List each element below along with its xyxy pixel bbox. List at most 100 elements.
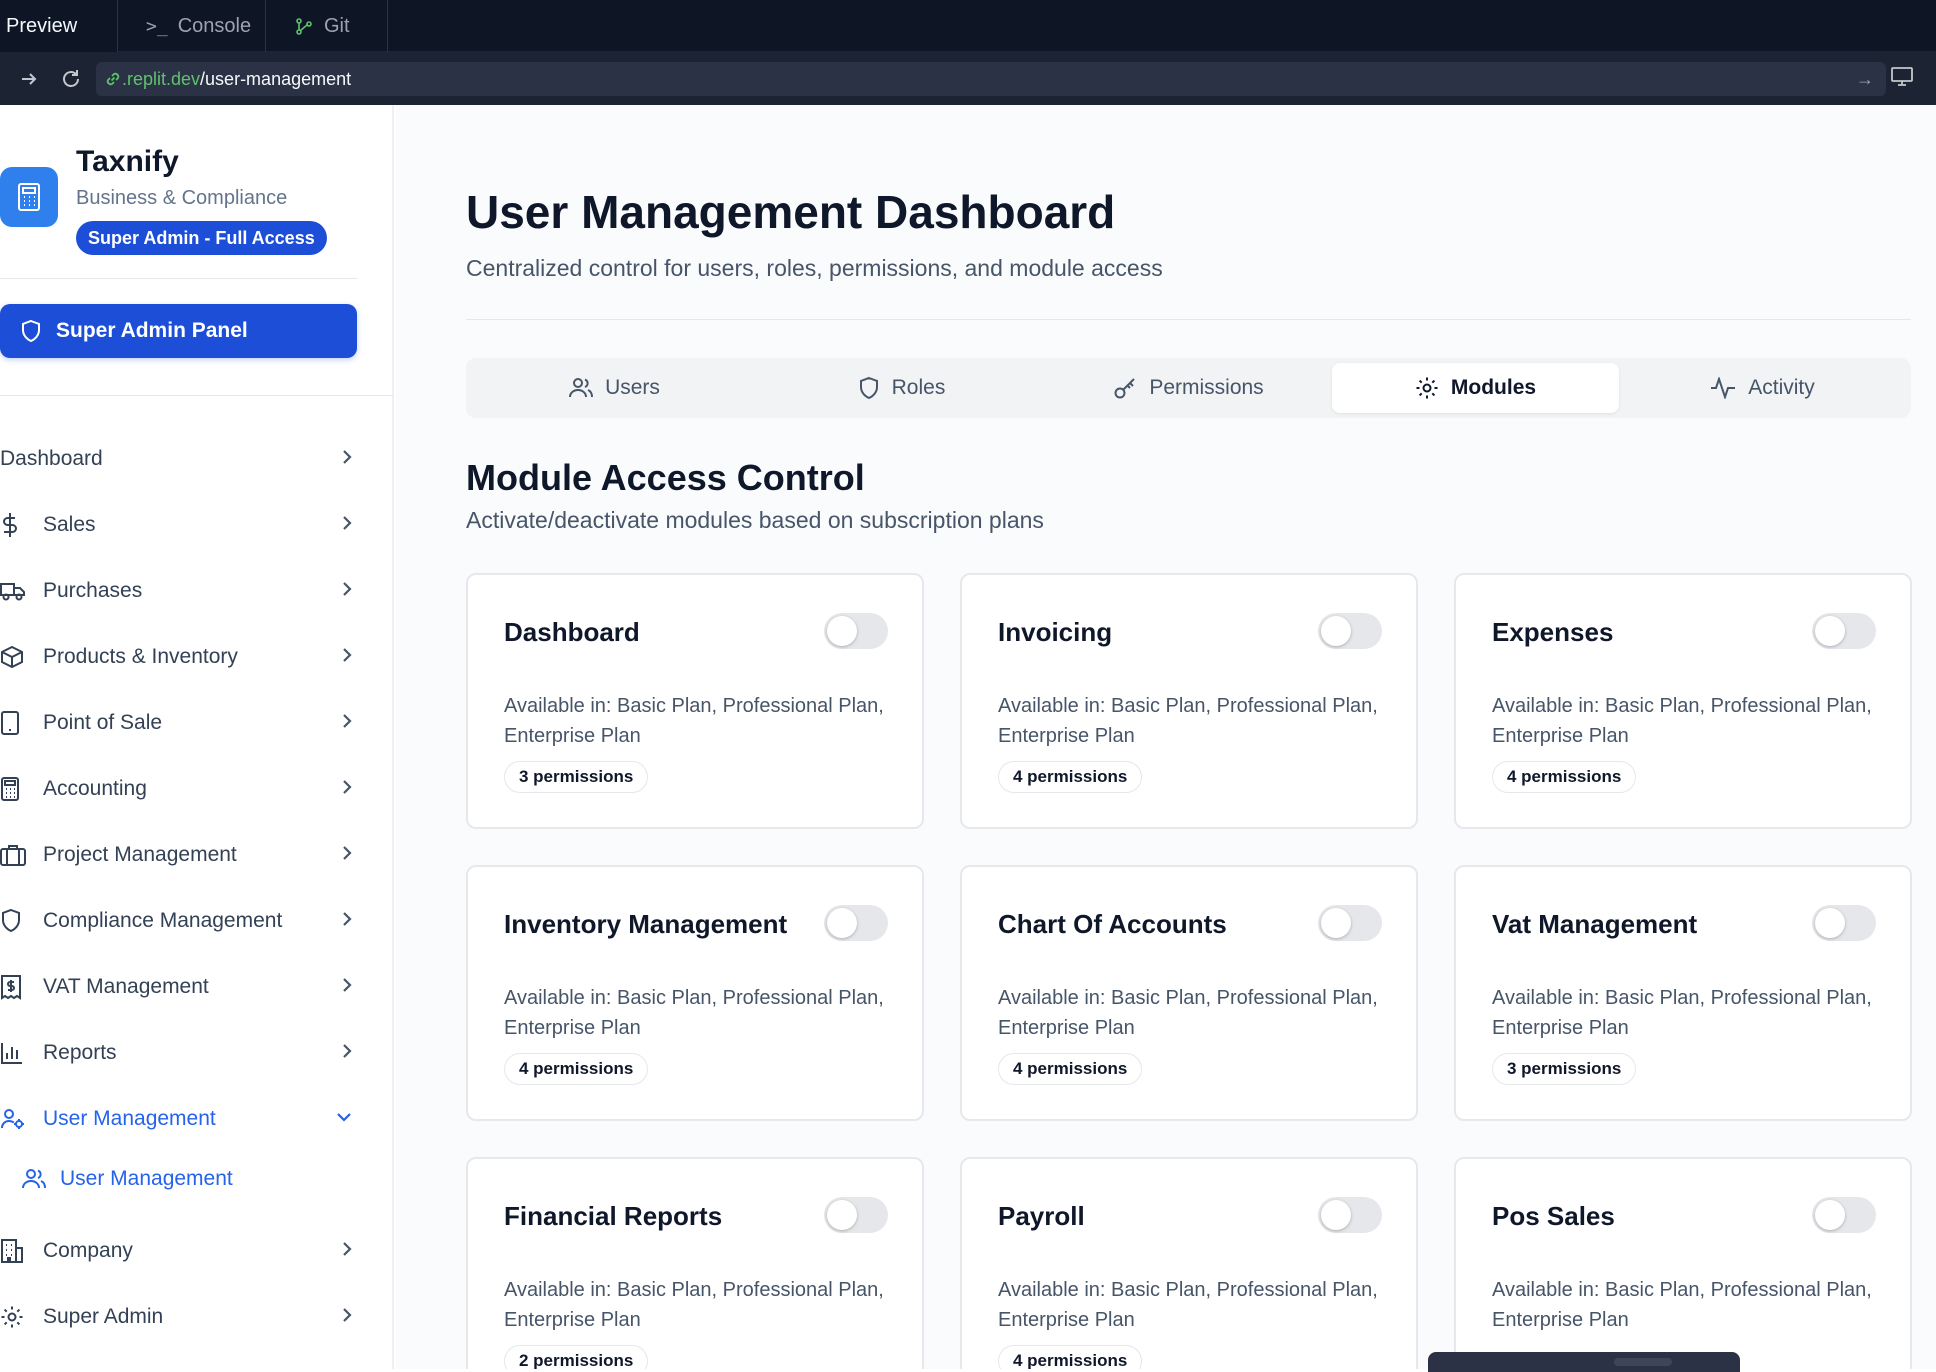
- users-icon: [569, 378, 594, 398]
- module-toggle[interactable]: [1318, 1197, 1382, 1233]
- permissions-badge: 4 permissions: [998, 1345, 1143, 1369]
- tab-label: Preview: [6, 14, 78, 37]
- sidebar-item-dashboard[interactable]: Dashboard: [0, 437, 360, 481]
- permissions-badge: 4 permissions: [998, 761, 1143, 793]
- sidebar-item-accounting[interactable]: Accounting: [0, 767, 360, 811]
- module-availability: Available in: Basic Plan, Professional P…: [998, 1279, 1378, 1331]
- gear-icon: [0, 1302, 43, 1332]
- sidebar-item-vat-management[interactable]: VAT Management: [0, 965, 360, 1009]
- permissions-badge: 3 permissions: [1492, 1053, 1637, 1085]
- module-toggle[interactable]: [1318, 613, 1382, 649]
- sidebar-item-company[interactable]: Company: [0, 1229, 360, 1273]
- sidebar: Taxnify Business & Compliance Super Admi…: [0, 105, 394, 1369]
- chevron-down-icon: [337, 1113, 351, 1122]
- shield-icon: [859, 376, 878, 400]
- sidebar-item-label: Products & Inventory: [43, 645, 238, 668]
- sidebar-item-point-of-sale[interactable]: Point of Sale: [0, 701, 360, 745]
- building-icon: [0, 1236, 43, 1266]
- activity-icon: [1711, 377, 1736, 399]
- sidebar-subitem-label: User Management: [60, 1167, 233, 1190]
- module-card-expenses: Expenses Available in: Basic Plan, Profe…: [1454, 573, 1912, 829]
- permissions-badge: 2 permissions: [504, 1345, 649, 1369]
- tab-git[interactable]: Git: [266, 0, 388, 52]
- chevron-right-icon: [343, 714, 352, 728]
- toggle-knob: [1321, 616, 1351, 646]
- sidebar-item-purchases[interactable]: Purchases: [0, 569, 360, 613]
- briefcase-icon: [0, 840, 43, 870]
- url-field[interactable]: .replit.dev /user-management →: [96, 62, 1886, 96]
- sidebar-item-label: Purchases: [43, 579, 143, 602]
- url-path: /user-management: [200, 68, 352, 89]
- sidebar-item-label: Point of Sale: [43, 711, 163, 734]
- sidebar-item-label: Accounting: [43, 777, 147, 800]
- tab-list: Users Roles Permissions Modules Activity: [466, 358, 1911, 418]
- chevron-right-icon: [343, 1044, 352, 1058]
- module-name: Inventory Management: [504, 909, 788, 939]
- sidebar-item-products-inventory[interactable]: Products & Inventory: [0, 635, 360, 679]
- console-icon: >_: [146, 15, 168, 37]
- reload-icon[interactable]: [54, 62, 88, 96]
- tab-users[interactable]: Users: [471, 363, 758, 413]
- module-availability: Available in: Basic Plan, Professional P…: [504, 1279, 884, 1331]
- key-icon: [1114, 378, 1136, 399]
- shield-icon: [22, 319, 40, 343]
- module-availability: Available in: Basic Plan, Professional P…: [504, 987, 884, 1039]
- module-card-inventory-management: Inventory Management Available in: Basic…: [466, 865, 924, 1121]
- tab-roles[interactable]: Roles: [758, 363, 1045, 413]
- users-icon: [22, 1169, 46, 1189]
- module-toggle[interactable]: [1812, 613, 1876, 649]
- gear-icon: [1416, 377, 1438, 399]
- tab-label: Activity: [1748, 376, 1815, 399]
- module-card-chart-of-accounts: Chart Of Accounts Available in: Basic Pl…: [960, 865, 1418, 1121]
- page-subtitle: Centralized control for users, roles, pe…: [466, 255, 1163, 281]
- module-name: Financial Reports: [504, 1201, 723, 1231]
- brand-name: Taxnify: [76, 145, 179, 178]
- module-name: Vat Management: [1492, 909, 1698, 939]
- module-toggle[interactable]: [1318, 905, 1382, 941]
- module-card-dashboard: Dashboard Available in: Basic Plan, Prof…: [466, 573, 924, 829]
- module-toggle[interactable]: [824, 613, 888, 649]
- toggle-knob: [1815, 1200, 1845, 1230]
- module-toggle[interactable]: [1812, 1197, 1876, 1233]
- toggle-knob: [1815, 616, 1845, 646]
- main-content: User Management Dashboard Centralized co…: [396, 105, 1936, 1369]
- sidebar-subitem-user-management[interactable]: User Management: [22, 1159, 352, 1199]
- page-title: User Management Dashboard: [466, 186, 1116, 238]
- tab-preview[interactable]: Preview: [0, 0, 118, 52]
- module-toggle[interactable]: [824, 1197, 888, 1233]
- tab-label: Roles: [891, 376, 946, 399]
- sidebar-item-label: VAT Management: [43, 975, 209, 998]
- sidebar-item-reports[interactable]: Reports: [0, 1031, 360, 1075]
- sidebar-item-label: Super Admin: [43, 1305, 164, 1328]
- sidebar-item-label: Sales: [43, 513, 96, 536]
- tab-modules[interactable]: Modules: [1332, 363, 1619, 413]
- tab-permissions[interactable]: Permissions: [1045, 363, 1332, 413]
- desktop-icon[interactable]: [1890, 64, 1914, 93]
- module-toggle[interactable]: [1812, 905, 1876, 941]
- section-title: Module Access Control: [466, 457, 865, 498]
- tab-label: Git: [324, 14, 350, 37]
- permissions-badge: 4 permissions: [998, 1053, 1143, 1085]
- sidebar-item-compliance-management[interactable]: Compliance Management: [0, 899, 360, 943]
- truck-icon: [0, 576, 43, 606]
- chevron-right-icon: [343, 516, 352, 530]
- sidebar-item-project-management[interactable]: Project Management: [0, 833, 360, 877]
- forward-icon[interactable]: [12, 62, 46, 96]
- tab-activity[interactable]: Activity: [1619, 363, 1906, 413]
- floating-toolbar[interactable]: [1428, 1352, 1740, 1372]
- module-toggle[interactable]: [824, 905, 888, 941]
- user-cog-icon: [0, 1104, 43, 1134]
- sidebar-item-user-management[interactable]: User Management: [0, 1097, 360, 1141]
- module-availability: Available in: Basic Plan, Professional P…: [1492, 695, 1872, 747]
- sidebar-item-sales[interactable]: Sales: [0, 503, 360, 547]
- divider: [0, 278, 357, 279]
- calculator-icon: [0, 774, 43, 804]
- tab-console[interactable]: >_ Console: [118, 0, 266, 52]
- go-arrow-icon[interactable]: →: [1856, 69, 1874, 90]
- drag-handle[interactable]: [1614, 1358, 1672, 1366]
- sidebar-item-label: User Management: [43, 1107, 216, 1130]
- url-domain: .replit.dev: [122, 68, 201, 89]
- chevron-right-icon: [343, 846, 352, 860]
- sidebar-item-super-admin[interactable]: Super Admin: [0, 1295, 360, 1339]
- super-admin-panel-button[interactable]: Super Admin Panel: [0, 304, 357, 358]
